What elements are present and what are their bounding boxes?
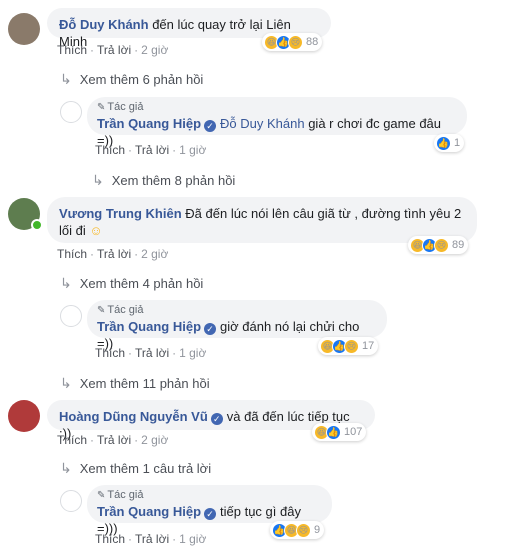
comment-actions: Thích · Trả lời · 2 giờ [57,247,168,261]
timestamp[interactable]: 1 giờ [179,346,206,360]
reply-arrow-icon: ↳ [60,375,72,391]
timestamp[interactable]: 2 giờ [141,247,168,261]
reply-bubble: ✎ Tác giả Trần Quang Hiệp ✓ tiếp tục gì đây… [87,485,332,536]
separator: · [134,433,139,447]
timestamp[interactable]: 2 giờ [141,43,168,57]
reply-arrow-icon: ↳ [92,172,104,188]
comment-author[interactable]: Đỗ Duy Khánh [59,17,149,32]
reaction-summary[interactable]: 👍 😆 😢 9 [270,521,325,539]
separator: · [172,532,177,546]
reaction-count: 107 [344,426,363,438]
sad-reaction-icon: 😢 [288,34,303,50]
separator: · [134,43,139,57]
like-reaction-icon: 👍 [436,135,451,151]
view-more-replies[interactable]: ↳ Xem thêm 1 câu trả lời [60,460,211,477]
sad-reaction-icon: 😢 [434,237,449,253]
smiley-emoji-icon: ☺ [89,223,103,238]
reaction-summary[interactable]: 😆 👍 😢 88 [262,33,323,51]
avatar-do-duy-khanh[interactable] [8,13,40,45]
author-tag: ✎ Tác giả [97,304,377,317]
reply-author[interactable]: Trần Quang Hiệp [97,319,201,334]
reaction-summary[interactable]: 👍 1 [434,134,465,152]
verified-badge-icon: ✓ [210,413,223,425]
separator: · [172,346,177,360]
verified-badge-icon: ✓ [204,508,217,520]
sad-reaction-icon: 😢 [344,338,359,354]
reply-arrow-icon: ↳ [60,71,72,87]
reaction-summary[interactable]: 😆 👍 107 [312,423,367,441]
reply-author[interactable]: Trần Quang Hiệp [97,504,201,519]
author-tag-label: Tác giả [107,101,144,113]
reaction-summary[interactable]: 😆 👍 😢 89 [408,236,469,254]
verified-badge-icon: ✓ [204,323,217,335]
reply-button[interactable]: Trả lời [97,247,131,261]
sad-reaction-icon: 😢 [296,522,311,538]
verified-badge-icon: ✓ [204,120,217,132]
online-status-indicator [31,219,43,231]
reply-bubble: ✎ Tác giả Trần Quang Hiệp ✓ giờ đánh nó lại… [87,300,387,351]
comment-author[interactable]: Hoàng Dũng Nguyễn Vũ [59,409,208,424]
view-more-replies-label[interactable]: Xem thêm 4 phản hồi [80,276,204,291]
avatar-tran-quang-hiep[interactable] [60,490,82,512]
like-button[interactable]: Thích [95,532,125,546]
author-tag-label: Tác giả [107,304,144,316]
separator: · [90,433,95,447]
avatar-hoang-dung-nguyen-vu[interactable] [8,400,40,432]
mention-link[interactable]: Đỗ Duy Khánh [220,116,305,131]
author-tag: ✎ Tác giả [97,101,457,114]
reply-button[interactable]: Trả lời [135,143,169,157]
view-more-replies[interactable]: ↳ Xem thêm 6 phản hồi [60,71,203,88]
separator: · [90,247,95,261]
comment-author[interactable]: Vương Trung Khiên [59,206,182,221]
reaction-count: 17 [362,340,375,352]
separator: · [128,346,133,360]
separator: · [134,247,139,261]
author-tag-label: Tác giả [107,489,144,501]
reaction-summary[interactable]: 😆 👍 😢 17 [318,337,379,355]
comment-actions: Thích · Trả lời · 2 giờ [57,43,168,57]
reaction-count: 1 [454,137,461,149]
reply-actions: Thích · Trả lời · 1 giờ [95,346,206,360]
pen-icon: ✎ [97,102,106,113]
pen-icon: ✎ [97,490,106,501]
like-button[interactable]: Thích [57,433,87,447]
separator: · [172,143,177,157]
avatar-tran-quang-hiep[interactable] [60,305,82,327]
view-more-replies[interactable]: ↳ Xem thêm 4 phản hồi [60,275,203,292]
view-more-replies-label[interactable]: Xem thêm 11 phản hồi [80,376,210,391]
author-tag: ✎ Tác giả [97,489,322,502]
reply-arrow-icon: ↳ [60,460,72,476]
reply-author[interactable]: Trần Quang Hiệp [97,116,201,131]
separator: · [128,143,133,157]
avatar-tran-quang-hiep[interactable] [60,101,82,123]
like-button[interactable]: Thích [57,43,87,57]
like-reaction-icon: 👍 [326,424,341,440]
view-more-replies-label[interactable]: Xem thêm 8 phản hồi [112,173,236,188]
view-more-replies-label[interactable]: Xem thêm 6 phản hồi [80,72,204,87]
reply-actions: Thích · Trả lời · 1 giờ [95,532,206,546]
reply-button[interactable]: Trả lời [97,433,131,447]
like-button[interactable]: Thích [95,143,125,157]
timestamp[interactable]: 1 giờ [179,532,206,546]
view-more-replies-label[interactable]: Xem thêm 1 câu trả lời [80,461,211,476]
reply-actions: Thích · Trả lời · 1 giờ [95,143,206,157]
reaction-count: 9 [314,524,321,536]
pen-icon: ✎ [97,305,106,316]
timestamp[interactable]: 1 giờ [179,143,206,157]
separator: · [128,532,133,546]
reply-button[interactable]: Trả lời [97,43,131,57]
like-button[interactable]: Thích [57,247,87,261]
comment-actions: Thích · Trả lời · 2 giờ [57,433,168,447]
view-more-replies[interactable]: ↳ Xem thêm 11 phản hồi [60,375,210,392]
view-more-replies[interactable]: ↳ Xem thêm 8 phản hồi [92,172,235,189]
like-button[interactable]: Thích [95,346,125,360]
reply-button[interactable]: Trả lời [135,532,169,546]
reply-button[interactable]: Trả lời [135,346,169,360]
reply-bubble: ✎ Tác giả Trần Quang Hiệp ✓ Đỗ Duy Khánh gi… [87,97,467,148]
reaction-count: 89 [452,239,465,251]
reaction-count: 88 [306,36,319,48]
separator: · [90,43,95,57]
reply-arrow-icon: ↳ [60,275,72,291]
timestamp[interactable]: 2 giờ [141,433,168,447]
